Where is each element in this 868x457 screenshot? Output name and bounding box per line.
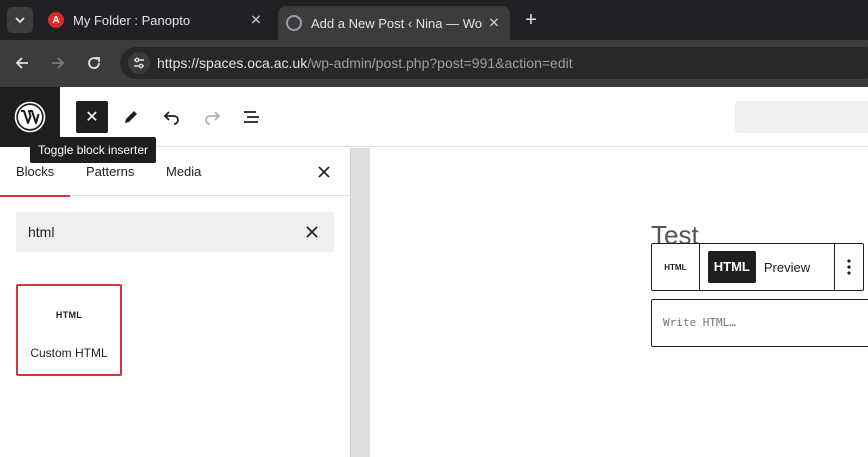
close-icon — [318, 166, 330, 178]
tools-button[interactable] — [115, 101, 147, 133]
reload-icon — [88, 57, 100, 69]
block-search — [16, 212, 334, 252]
globe-favicon-icon — [286, 15, 302, 31]
close-icon: ✕ — [85, 109, 99, 126]
arrow-left-icon — [15, 57, 28, 69]
address-bar[interactable]: https://spaces.oca.ac.uk/wp-admin/post.p… — [120, 47, 868, 79]
panopto-favicon-icon: A — [48, 12, 64, 28]
browser-toolbar: https://spaces.oca.ac.uk/wp-admin/post.p… — [0, 40, 868, 87]
site-info-icon[interactable] — [128, 52, 150, 74]
block-result-label: Custom HTML — [30, 346, 108, 360]
browser-tab-panopto[interactable]: A My Folder : Panopto ✕ — [40, 0, 272, 40]
html-code-input[interactable] — [652, 300, 868, 346]
url-host: https://spaces.oca.ac.uk — [157, 55, 308, 71]
undo-button[interactable] — [156, 101, 188, 133]
toggle-block-inserter-button[interactable]: ✕ — [76, 101, 108, 133]
html-mode-group: HTML Preview — [700, 244, 836, 290]
more-vertical-icon — [847, 259, 851, 275]
html-block-icon: HTML — [55, 310, 83, 320]
tooltip: Toggle block inserter — [30, 137, 157, 163]
undo-icon — [163, 111, 179, 125]
redo-button[interactable] — [196, 101, 228, 133]
editor-canvas: Test HTML HTML Preview — [370, 148, 868, 457]
block-type-button[interactable]: HTML — [652, 244, 700, 290]
url-text: https://spaces.oca.ac.uk/wp-admin/post.p… — [157, 55, 573, 71]
chevron-down-icon — [15, 17, 25, 24]
html-mode-button[interactable]: HTML — [707, 251, 756, 283]
pencil-icon — [125, 111, 137, 123]
tab-title: Add a New Post ‹ Nina — WordPress — [311, 15, 483, 31]
html-block-icon: HTML — [664, 262, 687, 272]
redo-icon — [205, 111, 221, 125]
tab-search-button[interactable] — [7, 7, 33, 33]
close-inserter-button[interactable] — [314, 162, 334, 182]
document-overview-button[interactable] — [236, 101, 268, 133]
forward-button[interactable] — [47, 52, 69, 74]
browser-tab-add-post[interactable]: Add a New Post ‹ Nina — WordPress ✕ — [278, 6, 510, 40]
new-tab-button[interactable]: + — [520, 9, 542, 31]
block-toolbar: HTML HTML Preview — [651, 243, 864, 291]
wordpress-logo-icon — [14, 101, 46, 133]
tab-close-icon[interactable]: ✕ — [486, 15, 502, 32]
tab-title: My Folder : Panopto — [73, 12, 191, 28]
list-view-icon — [244, 111, 259, 123]
custom-html-block — [651, 299, 868, 347]
back-button[interactable] — [11, 52, 33, 74]
close-icon — [306, 226, 318, 238]
reload-button[interactable] — [83, 52, 105, 74]
block-result-custom-html[interactable]: HTML Custom HTML — [16, 284, 122, 376]
panel-divider — [350, 148, 370, 457]
preview-mode-button[interactable]: Preview — [764, 260, 810, 275]
block-search-input[interactable] — [16, 212, 296, 252]
block-options-button[interactable] — [835, 244, 863, 290]
tab-media[interactable]: Media — [150, 148, 217, 196]
url-path: /wp-admin/post.php?post=991&action=edit — [307, 55, 573, 71]
clear-search-button[interactable] — [302, 222, 322, 242]
document-bar[interactable] — [735, 101, 868, 133]
browser-tab-strip: A My Folder : Panopto ✕ Add a New Post ‹… — [0, 0, 868, 40]
block-inserter-panel: Blocks Patterns Media HTML Custom HTML — [0, 148, 350, 457]
arrow-right-icon — [52, 57, 65, 69]
tab-close-icon[interactable]: ✕ — [248, 12, 264, 29]
